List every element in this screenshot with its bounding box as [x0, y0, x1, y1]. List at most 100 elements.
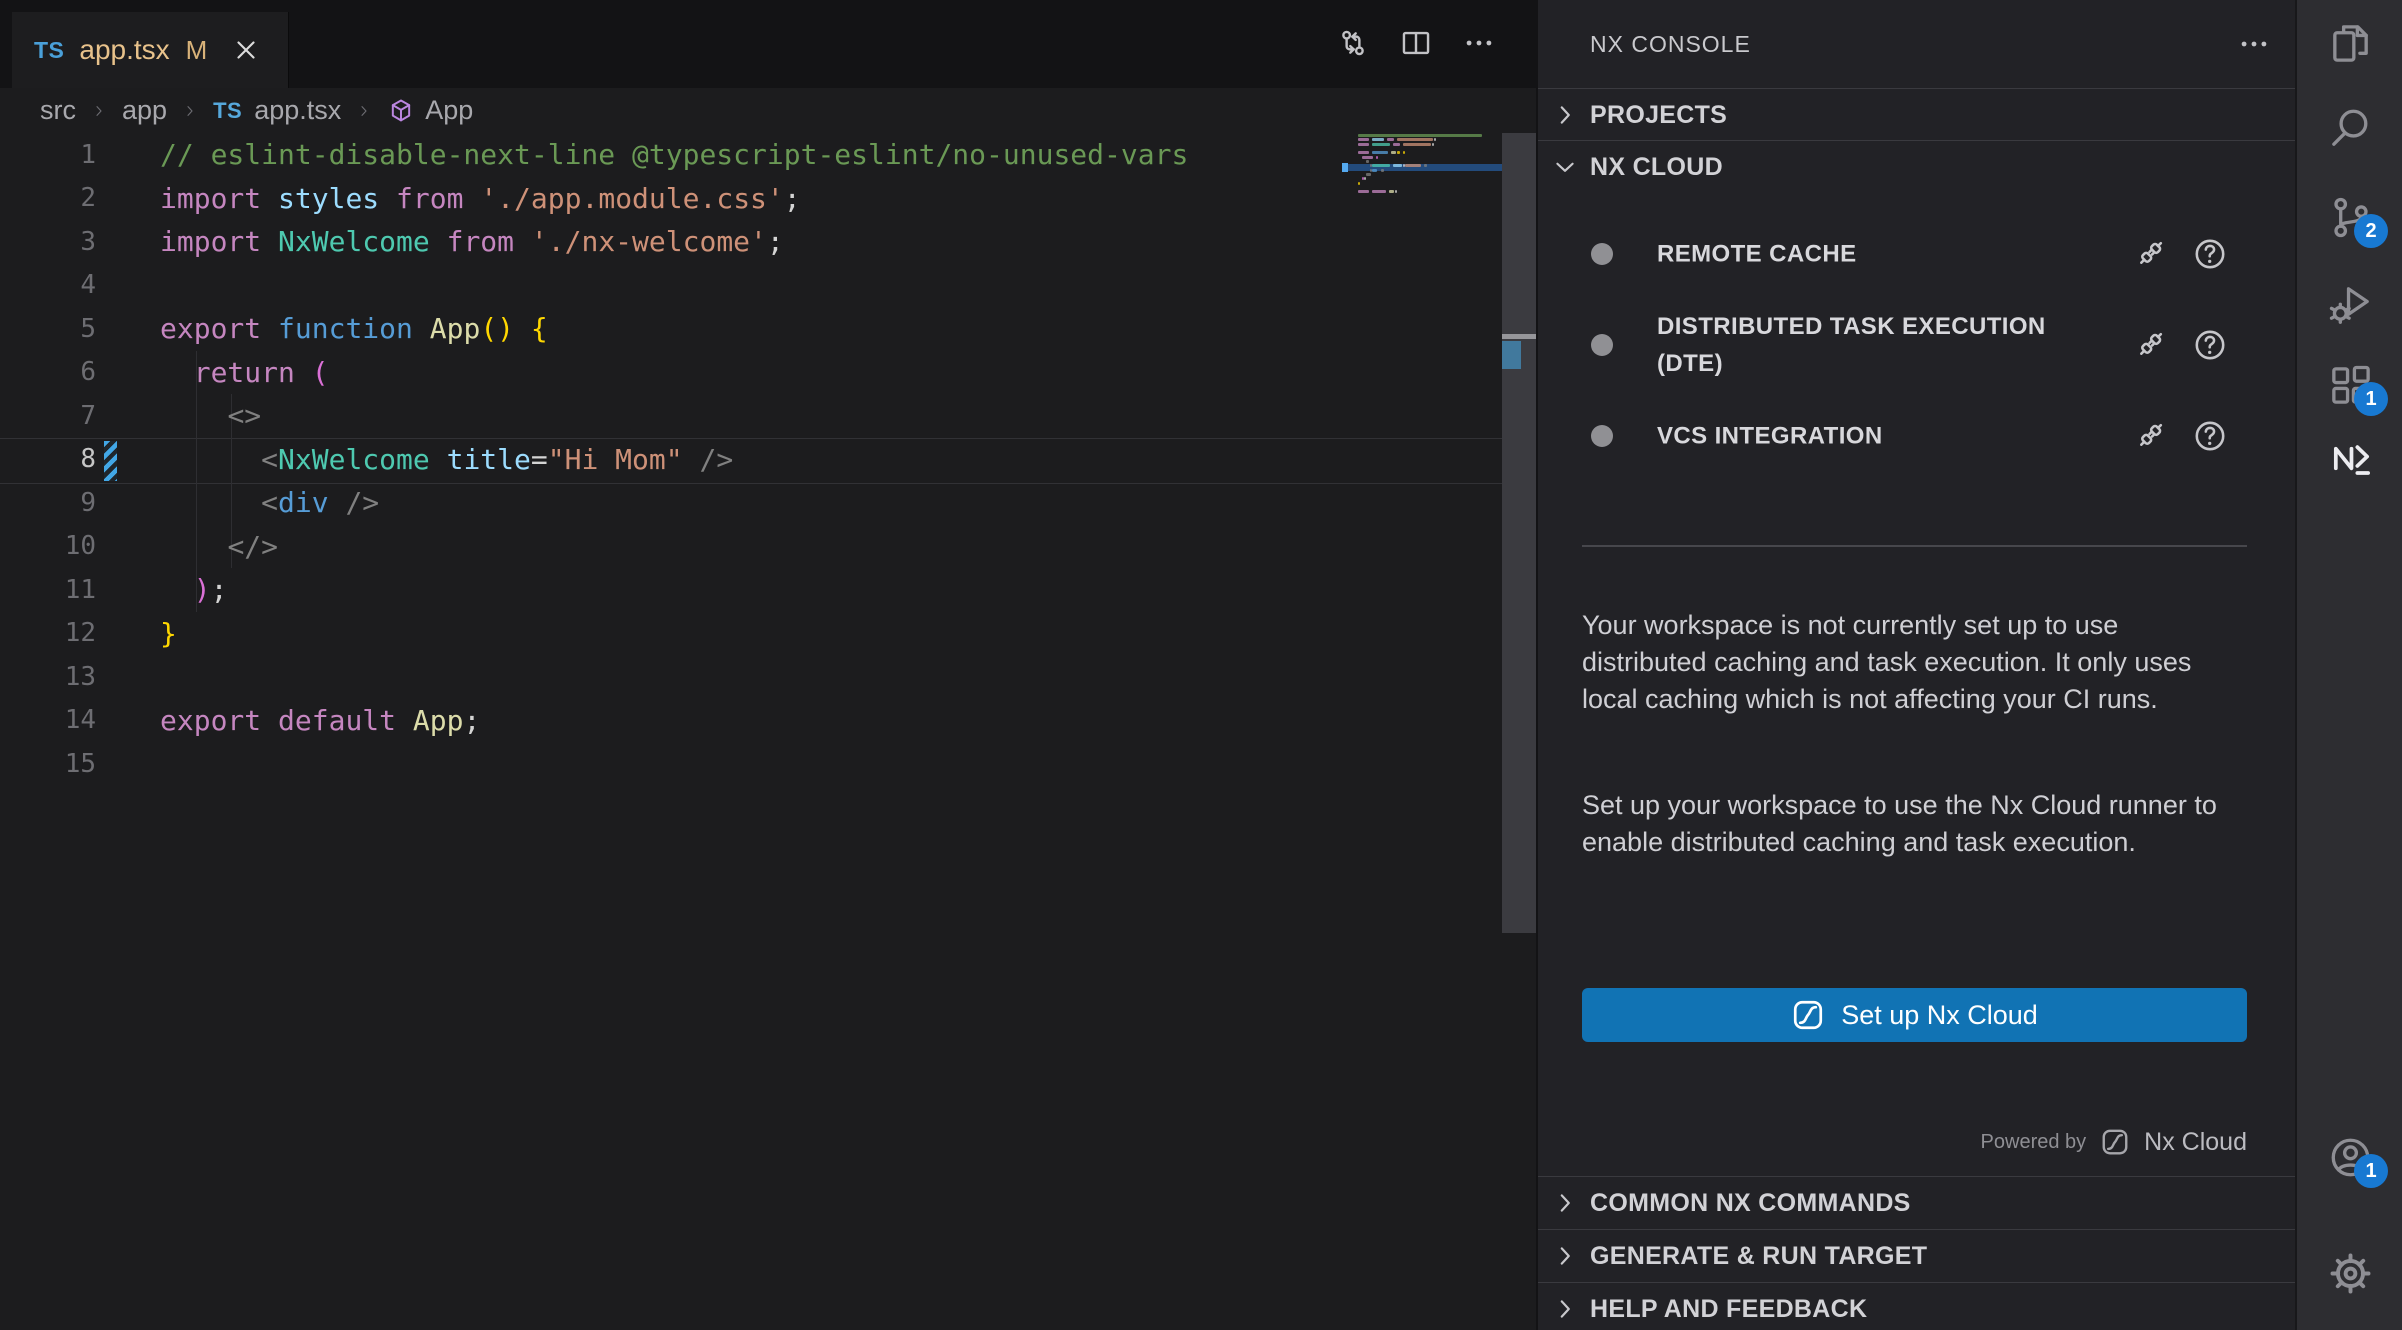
code-line-9[interactable]: 9 <div /> — [0, 481, 1502, 525]
code-line-1[interactable]: 1// eslint-disable-next-line @typescript… — [0, 133, 1502, 177]
line-number: 3 — [0, 227, 96, 257]
line-number: 10 — [0, 531, 96, 561]
settings-icon[interactable] — [2327, 1250, 2374, 1297]
section-header-nx-cloud[interactable]: NX CLOUD — [1538, 140, 2295, 193]
overview-ruler-modified-mark — [1502, 341, 1521, 369]
symbol-class-icon — [387, 97, 415, 125]
chevron-right-icon — [1552, 1190, 1578, 1216]
status-dot — [1591, 334, 1613, 356]
line-number: 6 — [0, 357, 96, 387]
code-line-11[interactable]: 11 ); — [0, 568, 1502, 612]
section-header-generate-run-target[interactable]: GENERATE & RUN TARGET — [1538, 1229, 2295, 1282]
code-text: ); — [160, 573, 227, 606]
connect-icon[interactable] — [2132, 418, 2168, 454]
code-text: </> — [160, 530, 278, 563]
nx-feature-row: VCS INTEGRATION — [1538, 414, 2295, 458]
section-header-common-nx-commands[interactable]: COMMON NX COMMANDS — [1538, 1176, 2295, 1229]
line-number: 7 — [0, 401, 96, 431]
line-number: 14 — [0, 705, 96, 735]
code-line-5[interactable]: 5export function App() { — [0, 307, 1502, 351]
line-number: 12 — [0, 618, 96, 648]
breadcrumb-item-file[interactable]: app.tsx — [254, 95, 341, 126]
setup-nx-cloud-button[interactable]: Set up Nx Cloud — [1582, 988, 2247, 1042]
help-icon[interactable] — [2192, 418, 2228, 454]
line-number: 9 — [0, 488, 96, 518]
explorer-icon[interactable] — [2327, 20, 2374, 67]
line-number: 13 — [0, 662, 96, 692]
nx-cloud-brand: Nx Cloud — [2144, 1128, 2247, 1157]
status-dot — [1591, 425, 1613, 447]
code-line-12[interactable]: 12} — [0, 612, 1502, 656]
code-text: <NxWelcome title="Hi Mom" /> — [160, 443, 733, 476]
minimap[interactable] — [1346, 0, 1502, 260]
source-control-badge: 2 — [2354, 214, 2388, 248]
section-label: GENERATE & RUN TARGET — [1590, 1242, 1927, 1271]
code-line-7[interactable]: 7 <> — [0, 394, 1502, 438]
tab-filename: app.tsx — [79, 34, 169, 66]
code-line-6[interactable]: 6 return ( — [0, 351, 1502, 395]
scrollbar-slider[interactable] — [1502, 133, 1536, 933]
section-label: NX CLOUD — [1590, 153, 1723, 182]
section-header-help-and-feedback[interactable]: HELP AND FEEDBACK — [1538, 1282, 2295, 1330]
panel-title: NX CONSOLE — [1590, 31, 1751, 58]
line-number: 2 — [0, 183, 96, 213]
breadcrumb-item-src[interactable]: src — [40, 95, 76, 126]
code-line-2[interactable]: 2 import styles from './app.module.css'; — [0, 177, 1502, 221]
feature-label: DISTRIBUTED TASK EXECUTION (DTE) — [1657, 308, 2057, 382]
nx-feature-row: REMOTE CACHE — [1538, 232, 2295, 276]
nx-console-icon[interactable] — [2327, 435, 2374, 482]
code-line-4[interactable]: 4 — [0, 264, 1502, 308]
vscode-window: TS app.tsx M src app TS app.tsx App — [0, 0, 2402, 1330]
code-text: import styles from './app.module.css'; — [160, 182, 801, 215]
setup-instruction-text: Set up your workspace to use the Nx Clou… — [1582, 787, 2237, 861]
overview-ruler-cursor-mark — [1502, 334, 1536, 339]
section-label: PROJECTS — [1590, 101, 1727, 130]
powered-by-label: Powered by — [1981, 1131, 2087, 1154]
help-icon[interactable] — [2192, 236, 2228, 272]
tab-bar: TS app.tsx M — [0, 0, 1536, 88]
code-editor[interactable]: 1// eslint-disable-next-line @typescript… — [0, 133, 1502, 786]
code-line-3[interactable]: 3import NxWelcome from './nx-welcome'; — [0, 220, 1502, 264]
chevron-right-icon — [1552, 1296, 1578, 1322]
divider — [1582, 545, 2247, 547]
chevron-right-icon — [356, 98, 372, 124]
nx-feature-row: DISTRIBUTED TASK EXECUTION (DTE) — [1538, 308, 2295, 382]
code-text: return ( — [160, 356, 329, 389]
section-label: HELP AND FEEDBACK — [1590, 1295, 1867, 1324]
breadcrumb-item-symbol[interactable]: App — [425, 95, 473, 126]
setup-button-label: Set up Nx Cloud — [1841, 1000, 2038, 1031]
code-line-10[interactable]: 10 </> — [0, 525, 1502, 569]
code-line-13[interactable]: 13 — [0, 655, 1502, 699]
run-and-debug-icon[interactable] — [2327, 280, 2374, 327]
tab-app-tsx[interactable]: TS app.tsx M — [12, 12, 289, 88]
code-text: export default App; — [160, 704, 480, 737]
extensions-badge: 1 — [2354, 382, 2388, 416]
workspace-status-text: Your workspace is not currently set up t… — [1582, 607, 2237, 718]
code-line-14[interactable]: 14 export default App; — [0, 699, 1502, 743]
connect-icon[interactable] — [2132, 236, 2168, 272]
breadcrumb-item-app[interactable]: app — [122, 95, 167, 126]
more-actions-icon[interactable] — [2237, 27, 2271, 61]
status-dot — [1591, 243, 1613, 265]
connect-icon[interactable] — [2132, 327, 2168, 363]
chevron-right-icon — [1552, 1243, 1578, 1269]
code-text: <> — [160, 399, 261, 432]
code-line-8[interactable]: 8 <NxWelcome title="Hi Mom" /> — [0, 438, 1502, 482]
code-line-15[interactable]: 15 — [0, 742, 1502, 786]
line-number: 5 — [0, 314, 96, 344]
line-number: 15 — [0, 749, 96, 779]
panel-header: NX CONSOLE — [1538, 0, 2295, 88]
search-icon[interactable] — [2327, 105, 2374, 152]
section-header-projects[interactable]: PROJECTS — [1538, 88, 2295, 141]
chevron-right-icon — [182, 98, 198, 124]
chevron-down-icon — [1552, 154, 1578, 180]
code-text: // eslint-disable-next-line @typescript-… — [160, 138, 1188, 171]
close-icon[interactable] — [231, 35, 261, 65]
breadcrumb: src app TS app.tsx App — [0, 88, 1500, 133]
chevron-right-icon — [91, 98, 107, 124]
editor-group: TS app.tsx M src app TS app.tsx App — [0, 0, 1536, 1330]
chevron-right-icon — [1552, 102, 1578, 128]
help-icon[interactable] — [2192, 327, 2228, 363]
powered-by-row: Powered by Nx Cloud — [1582, 1120, 2247, 1164]
code-text: } — [160, 617, 177, 650]
